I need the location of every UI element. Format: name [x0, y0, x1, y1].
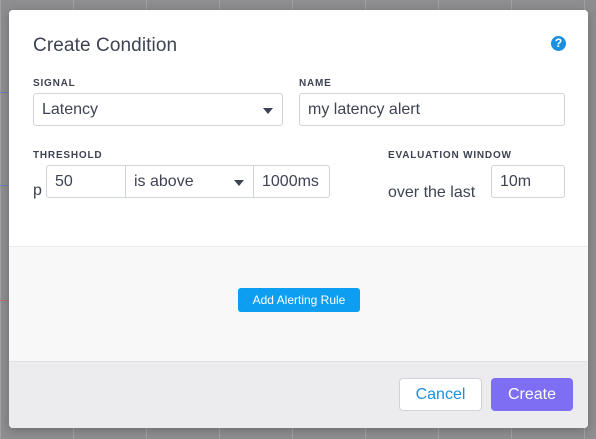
name-label: NAME — [299, 78, 332, 89]
comparator-select[interactable]: is above — [125, 165, 254, 198]
percentile-input[interactable]: 50 — [46, 165, 126, 198]
dialog-footer: Cancel Create — [9, 361, 588, 428]
cancel-button[interactable]: Cancel — [399, 378, 482, 411]
threshold-label: THRESHOLD — [33, 150, 103, 161]
evaluation-window-label: EVALUATION WINDOW — [388, 150, 512, 161]
create-condition-dialog: Create Condition ? SIGNAL Latency NAME m… — [9, 10, 588, 428]
add-alerting-rule-button[interactable]: Add Alerting Rule — [238, 288, 360, 312]
threshold-value-input[interactable]: 1000ms — [253, 165, 330, 198]
alerting-rules-section: Add Alerting Rule — [9, 246, 588, 361]
name-input[interactable]: my latency alert — [299, 93, 565, 126]
signal-label: SIGNAL — [33, 78, 76, 89]
chevron-down-icon — [234, 180, 244, 186]
signal-select-value: Latency — [42, 101, 99, 118]
create-button[interactable]: Create — [491, 378, 573, 411]
dialog-title: Create Condition — [33, 35, 178, 56]
evaluation-window-input[interactable]: 10m — [491, 165, 565, 198]
comparator-select-value: is above — [134, 173, 194, 190]
help-icon[interactable]: ? — [551, 36, 566, 51]
chevron-down-icon — [263, 108, 273, 114]
evaluation-window-prefix: over the last — [388, 184, 476, 201]
dialog-body: Create Condition ? SIGNAL Latency NAME m… — [9, 10, 588, 246]
signal-select[interactable]: Latency — [33, 93, 283, 126]
percentile-prefix: p — [33, 182, 42, 199]
